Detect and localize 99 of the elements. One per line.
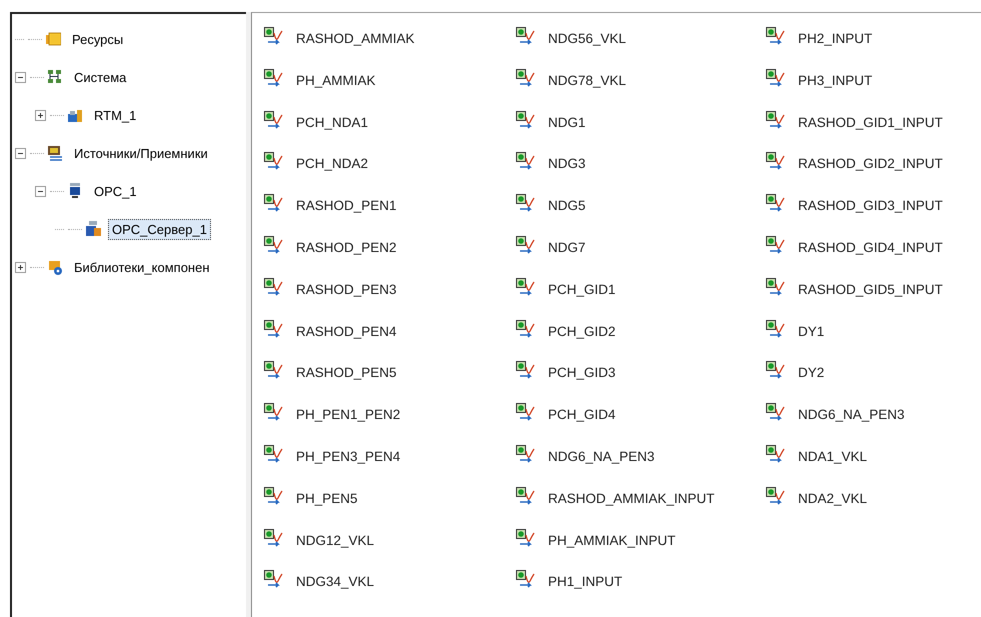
signal-label[interactable]: PCH_GID4 (548, 406, 616, 424)
signal-icon (516, 444, 536, 465)
signal-label[interactable]: NDG78_VKL (548, 72, 626, 89)
signal-label[interactable]: NDG6_NA_PEN3 (798, 406, 905, 424)
tree-item[interactable]: OPC_1 (90, 180, 141, 202)
expand-icon[interactable] (15, 262, 26, 272)
tree-item[interactable]: Ресурсы (68, 28, 128, 50)
signal-icon (766, 278, 786, 298)
signal-icon (264, 403, 284, 424)
monitor-icon (67, 183, 83, 199)
device-icon (67, 107, 83, 123)
signal-label[interactable]: NDG5 (548, 197, 586, 214)
signal-label[interactable]: NDG3 (548, 155, 586, 172)
signal-icon (766, 110, 786, 131)
signal-label[interactable]: PH_PEN3_PEN4 (296, 448, 400, 465)
signal-label[interactable]: RASHOD_PEN2 (296, 238, 397, 256)
signal-label[interactable]: DY2 (798, 364, 824, 382)
signal-icon (766, 320, 786, 340)
signal-icon (516, 236, 536, 256)
signal-label[interactable]: RASHOD_PEN4 (296, 322, 397, 340)
signal-icon (516, 27, 536, 47)
collapse-icon[interactable] (35, 186, 46, 196)
signal-label[interactable]: PCH_NDA1 (296, 114, 368, 131)
signal-icon (264, 444, 284, 465)
signal-label[interactable]: NDA2_VKL (798, 490, 868, 507)
device-icon (85, 221, 101, 237)
signal-label[interactable]: NDA1_VKL (798, 448, 868, 465)
signal-label[interactable]: NDG56_VKL (548, 30, 626, 47)
tree-item[interactable]: Система (70, 66, 130, 88)
signal-icon (766, 27, 786, 47)
signal-icon (516, 361, 536, 382)
signal-icon (264, 236, 284, 256)
signal-icon (516, 194, 536, 214)
signal-label[interactable]: PCH_GID2 (548, 322, 616, 340)
network-icon (47, 69, 63, 85)
signal-icon (264, 361, 284, 382)
signal-icon (766, 403, 786, 424)
signal-icon (264, 68, 284, 89)
signal-icon (766, 361, 786, 382)
signal-label[interactable]: PH2_INPUT (798, 30, 872, 47)
signal-icon (264, 570, 284, 590)
signal-label[interactable]: PH_PEN1_PEN2 (296, 406, 400, 424)
signal-label[interactable]: RASHOD_AMMIAK (296, 30, 415, 47)
signal-label[interactable]: PH1_INPUT (548, 573, 622, 590)
signal-label[interactable]: RASHOD_GID4_INPUT (798, 238, 943, 256)
signal-label[interactable]: NDG12_VKL (296, 532, 374, 549)
signal-label[interactable]: NDG1 (548, 114, 586, 131)
signal-label[interactable]: RASHOD_AMMIAK_INPUT (548, 490, 715, 507)
signal-label[interactable]: PCH_GID1 (548, 280, 616, 298)
signal-label[interactable]: RASHOD_GID3_INPUT (798, 197, 943, 214)
tree-item[interactable]: OPC_Сервер_1 (108, 218, 211, 240)
signal-label[interactable]: DY1 (798, 322, 824, 340)
signal-label[interactable]: NDG34_VKL (296, 573, 374, 590)
signal-icon (766, 444, 786, 465)
signal-icon (516, 110, 536, 131)
signal-label[interactable]: PH3_INPUT (798, 72, 872, 89)
device-icon (47, 145, 63, 161)
signal-icon (264, 27, 284, 47)
signal-label[interactable]: RASHOD_PEN1 (296, 197, 397, 214)
signal-icon (766, 194, 786, 214)
signal-icon (516, 486, 536, 507)
signal-icon (766, 68, 786, 89)
signal-label[interactable]: RASHOD_GID1_INPUT (798, 114, 943, 131)
signal-icon (516, 278, 536, 298)
signal-label[interactable]: PH_AMMIAK_INPUT (548, 532, 676, 549)
signal-icon (264, 320, 284, 340)
signal-icon (766, 236, 786, 256)
tree-item[interactable]: RTM_1 (90, 104, 140, 126)
signal-label[interactable]: PCH_GID3 (548, 364, 616, 382)
signal-icon (516, 320, 536, 340)
tree-item[interactable]: Источники/Приемники (70, 142, 212, 164)
signal-icon (264, 528, 284, 549)
signal-icon (516, 68, 536, 89)
signal-label[interactable]: RASHOD_PEN3 (296, 280, 397, 298)
signal-label[interactable]: NDG7 (548, 238, 586, 256)
expand-icon[interactable] (35, 110, 46, 120)
signal-icon (766, 486, 786, 507)
folder-icon (47, 259, 63, 275)
signal-label[interactable]: PCH_NDA2 (296, 155, 368, 172)
signal-icon (516, 528, 536, 549)
signal-icon (516, 570, 536, 590)
signal-icon (264, 152, 284, 172)
folder-icon (45, 31, 61, 47)
signal-icon (516, 403, 536, 424)
signal-icon (264, 194, 284, 214)
signal-label[interactable]: RASHOD_GID5_INPUT (798, 280, 943, 298)
signal-icon (766, 152, 786, 172)
signal-label[interactable]: NDG6_NA_PEN3 (548, 448, 655, 465)
tree-item[interactable]: Библиотеки_компонен (70, 256, 214, 278)
signal-icon (264, 278, 284, 298)
collapse-icon[interactable] (15, 72, 26, 82)
collapse-icon[interactable] (15, 148, 26, 158)
signal-icon (516, 152, 536, 172)
signal-label[interactable]: RASHOD_PEN5 (296, 364, 397, 382)
signal-icon (264, 486, 284, 507)
signal-icon (264, 110, 284, 131)
signal-label[interactable]: RASHOD_GID2_INPUT (798, 155, 943, 172)
signal-label[interactable]: PH_PEN5 (296, 490, 358, 507)
signal-label[interactable]: PH_AMMIAK (296, 72, 376, 89)
